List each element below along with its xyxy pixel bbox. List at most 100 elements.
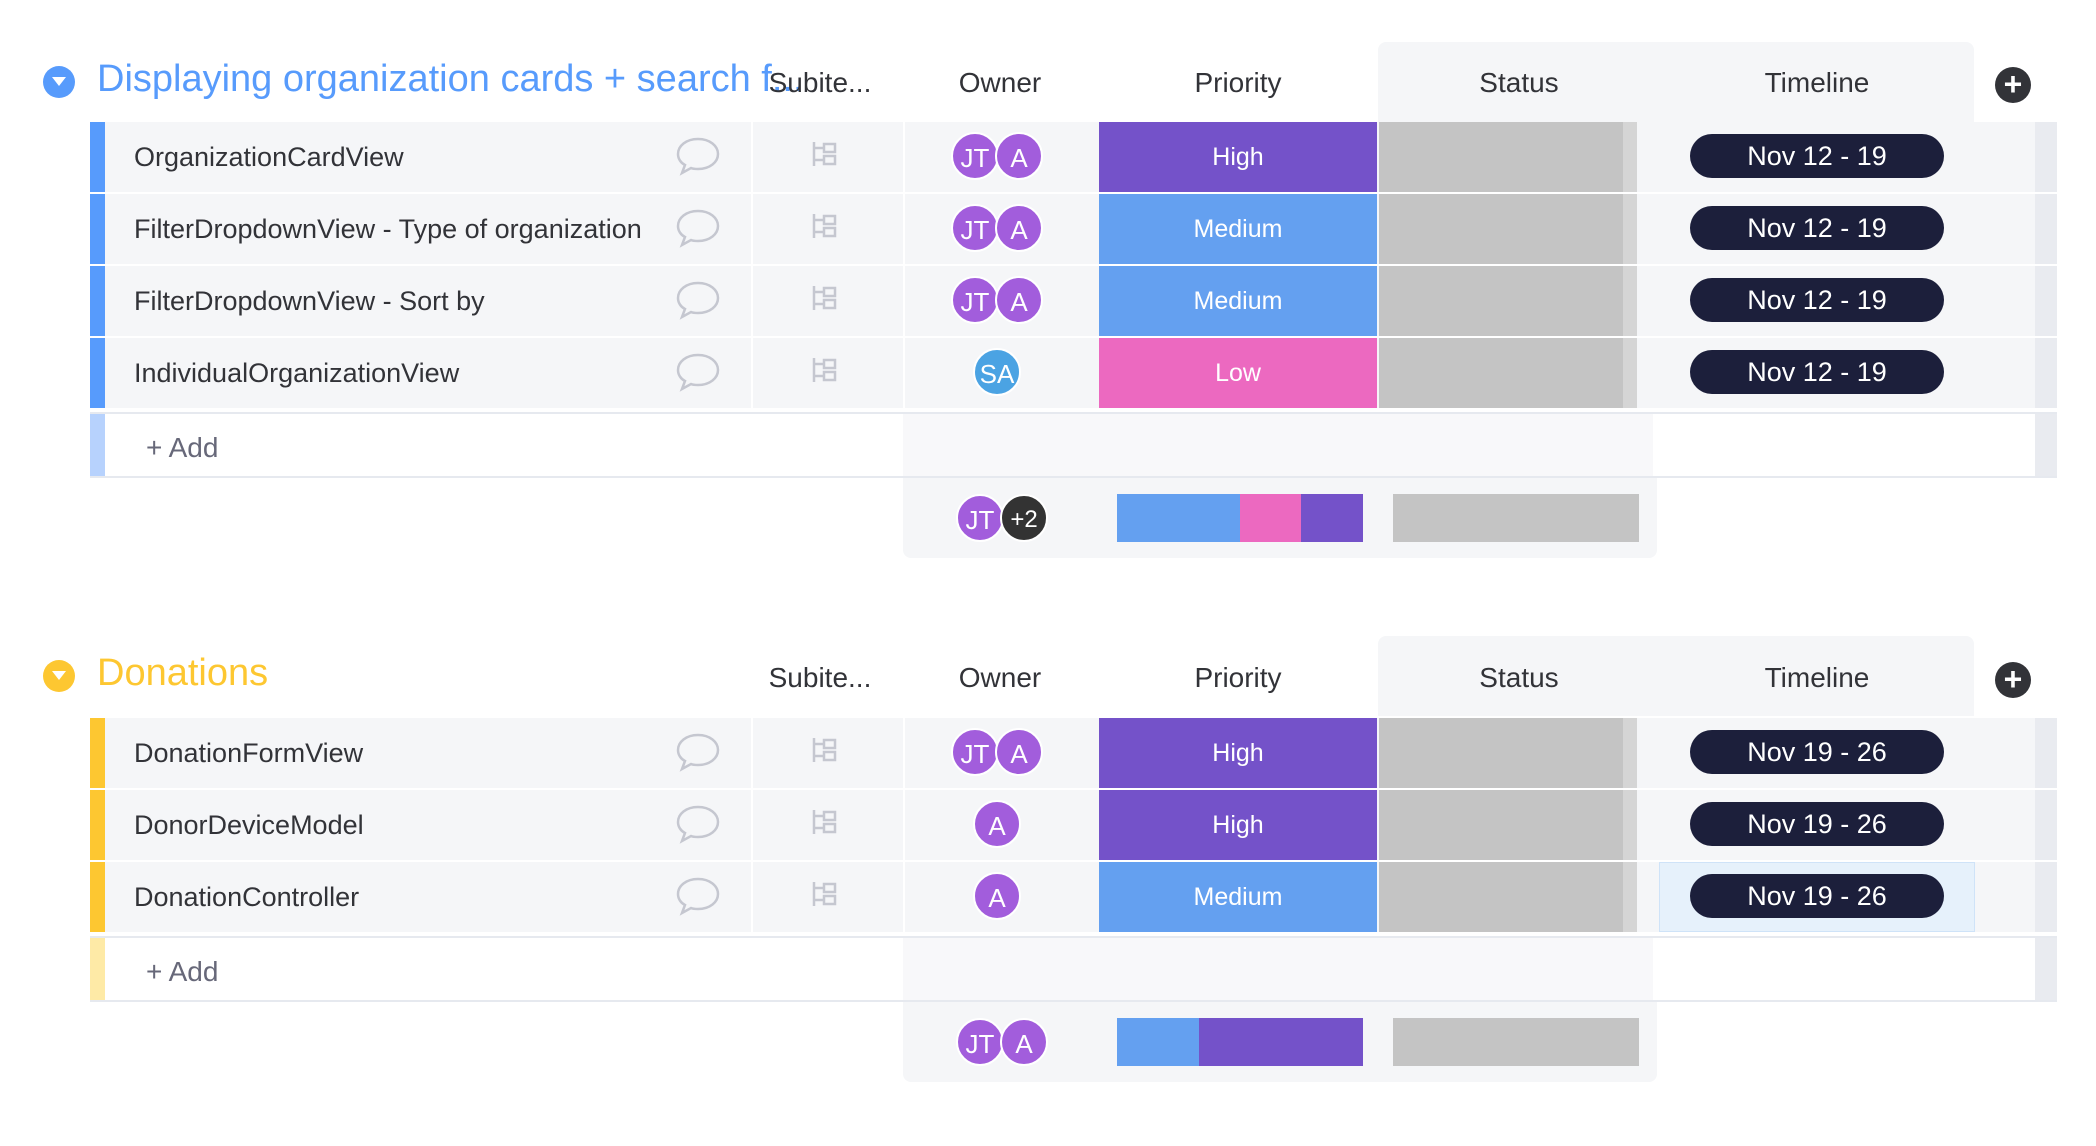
table-row[interactable]: OrganizationCardView JT A High Nov 12 - … — [90, 122, 2057, 192]
table-row[interactable]: DonorDeviceModel A High Nov 19 - 26 — [90, 790, 2057, 860]
avatar[interactable]: SA — [973, 348, 1021, 396]
status-summary-bar[interactable] — [1393, 494, 1639, 542]
column-header-timeline[interactable]: Timeline — [1659, 662, 1975, 694]
group-title[interactable]: Displaying organization cards + search f… — [97, 58, 804, 101]
subitems-icon[interactable] — [810, 880, 838, 910]
timeline-pill[interactable]: Nov 12 - 19 — [1690, 134, 1944, 178]
avatar[interactable]: A — [995, 276, 1043, 324]
table-row[interactable]: FilterDropdownView - Sort by JT A Medium… — [90, 266, 2057, 336]
group-color-strip — [90, 938, 105, 1000]
timeline-pill[interactable]: Nov 19 - 26 — [1690, 730, 1944, 774]
status-cell[interactable] — [1379, 194, 1637, 264]
subitems-icon[interactable] — [810, 284, 838, 314]
table-row[interactable]: IndividualOrganizationView SA Low Nov 12… — [90, 338, 2057, 408]
collapse-group-button[interactable] — [43, 660, 75, 692]
avatar[interactable]: A — [973, 872, 1021, 920]
group-summary: JT +2 — [903, 478, 1657, 558]
status-cell[interactable] — [1379, 338, 1637, 408]
priority-label[interactable]: Medium — [1099, 266, 1377, 336]
add-row-bg — [903, 938, 1653, 1000]
timeline-pill[interactable]: Nov 12 - 19 — [1690, 278, 1944, 322]
cell-divider — [903, 862, 905, 932]
item-name[interactable]: IndividualOrganizationView — [134, 358, 459, 389]
table-row[interactable]: DonationFormView JT A High Nov 19 - 26 — [90, 718, 2057, 788]
status-summary-bar[interactable] — [1393, 1018, 1639, 1066]
add-item-row[interactable]: + Add — [90, 936, 2057, 1002]
add-column-button[interactable]: + — [1995, 662, 2031, 698]
comment-icon[interactable] — [675, 280, 721, 320]
avatar[interactable]: JT — [951, 276, 999, 324]
comment-icon[interactable] — [675, 804, 721, 844]
group-color-strip — [90, 862, 105, 932]
avatar[interactable]: A — [973, 800, 1021, 848]
column-header-status[interactable]: Status — [1379, 662, 1659, 694]
status-cell[interactable] — [1379, 266, 1637, 336]
status-cell[interactable] — [1379, 122, 1637, 192]
status-cell[interactable] — [1379, 790, 1637, 860]
avatar[interactable]: JT — [956, 1018, 1004, 1066]
comment-icon[interactable] — [675, 732, 721, 772]
comment-icon[interactable] — [675, 352, 721, 392]
add-item-row[interactable]: + Add — [90, 412, 2057, 478]
timeline-pill[interactable]: Nov 19 - 26 — [1690, 874, 1944, 918]
subitems-icon[interactable] — [810, 212, 838, 242]
add-item-button[interactable]: + Add — [146, 956, 218, 988]
priority-label[interactable]: Medium — [1099, 194, 1377, 264]
group-title[interactable]: Donations — [97, 652, 268, 695]
priority-summary-segment — [1199, 1018, 1363, 1066]
avatar[interactable]: JT — [956, 494, 1004, 542]
avatar[interactable]: A — [1000, 1018, 1048, 1066]
table-row[interactable]: FilterDropdownView - Type of organizatio… — [90, 194, 2057, 264]
column-header-subitems[interactable]: Subite... — [760, 67, 880, 99]
subitems-icon[interactable] — [810, 736, 838, 766]
row-right-edge — [2035, 266, 2057, 336]
timeline-pill[interactable]: Nov 12 - 19 — [1690, 206, 1944, 250]
comment-icon[interactable] — [675, 876, 721, 916]
group-color-strip — [90, 414, 105, 476]
priority-summary-bar[interactable] — [1117, 494, 1363, 542]
column-header-status[interactable]: Status — [1379, 67, 1659, 99]
avatar[interactable]: A — [995, 728, 1043, 776]
priority-summary-bar[interactable] — [1117, 1018, 1363, 1066]
avatar[interactable]: JT — [951, 132, 999, 180]
item-name[interactable]: OrganizationCardView — [134, 142, 404, 173]
group-color-strip — [90, 122, 105, 192]
item-name[interactable]: DonorDeviceModel — [134, 810, 364, 841]
column-header-timeline[interactable]: Timeline — [1659, 67, 1975, 99]
priority-label[interactable]: High — [1099, 122, 1377, 192]
cell-divider — [903, 266, 905, 336]
avatar[interactable]: A — [995, 204, 1043, 252]
subitems-icon[interactable] — [810, 140, 838, 170]
comment-icon[interactable] — [675, 136, 721, 176]
cell-divider — [751, 862, 753, 932]
timeline-pill[interactable]: Nov 12 - 19 — [1690, 350, 1944, 394]
subitems-icon[interactable] — [810, 808, 838, 838]
avatar[interactable]: JT — [951, 728, 999, 776]
column-header-owner[interactable]: Owner — [905, 67, 1095, 99]
avatar[interactable]: A — [995, 132, 1043, 180]
add-column-button[interactable]: + — [1995, 67, 2031, 103]
priority-label[interactable]: High — [1099, 790, 1377, 860]
status-cell[interactable] — [1379, 718, 1637, 788]
priority-label[interactable]: High — [1099, 718, 1377, 788]
column-header-priority[interactable]: Priority — [1099, 67, 1377, 99]
item-name[interactable]: DonationFormView — [134, 738, 363, 769]
priority-label[interactable]: Low — [1099, 338, 1377, 408]
column-header-owner[interactable]: Owner — [905, 662, 1095, 694]
item-name[interactable]: DonationController — [134, 882, 359, 913]
subitems-icon[interactable] — [810, 356, 838, 386]
table-row[interactable]: DonationController A Medium Nov 19 - 26 — [90, 862, 2057, 932]
item-name[interactable]: FilterDropdownView - Type of organizatio… — [134, 214, 642, 245]
status-cell[interactable] — [1379, 862, 1637, 932]
add-item-button[interactable]: + Add — [146, 432, 218, 464]
priority-label[interactable]: Medium — [1099, 862, 1377, 932]
timeline-pill[interactable]: Nov 19 - 26 — [1690, 802, 1944, 846]
more-owners-badge[interactable]: +2 — [1000, 494, 1048, 542]
row-right-edge — [2035, 718, 2057, 788]
item-name[interactable]: FilterDropdownView - Sort by — [134, 286, 485, 317]
column-header-priority[interactable]: Priority — [1099, 662, 1377, 694]
column-header-subitems[interactable]: Subite... — [760, 662, 880, 694]
comment-icon[interactable] — [675, 208, 721, 248]
avatar[interactable]: JT — [951, 204, 999, 252]
collapse-group-button[interactable] — [43, 66, 75, 98]
